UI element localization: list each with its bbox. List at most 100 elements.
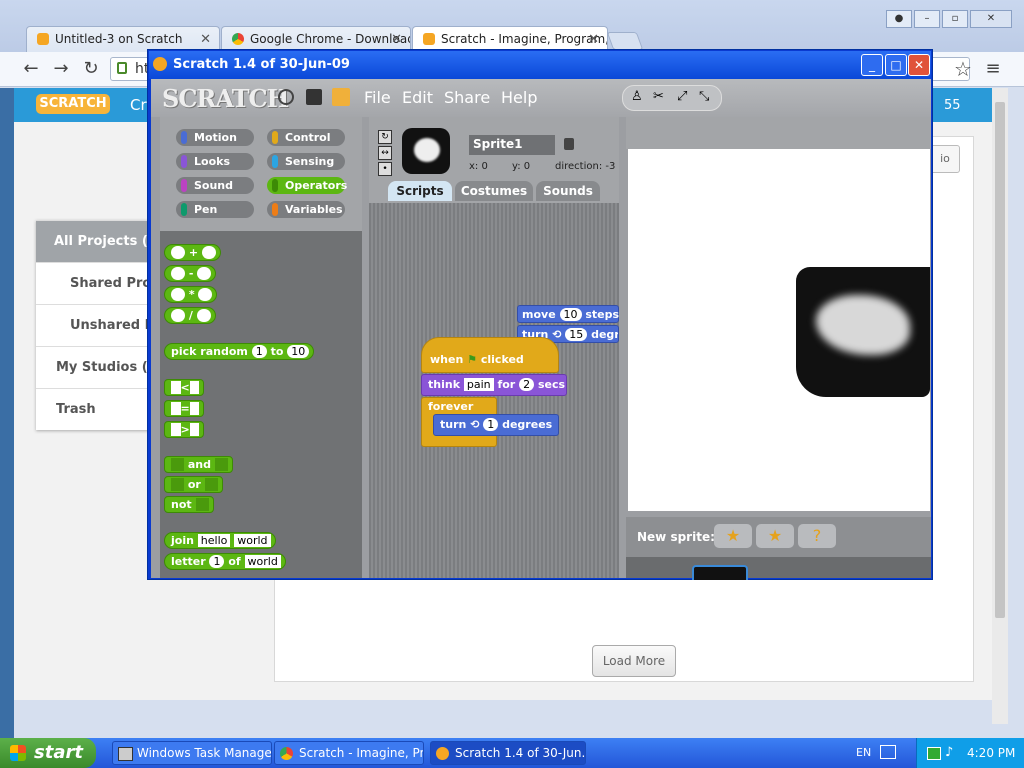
new-sprite-bar: New sprite: ★ ★ ? bbox=[626, 517, 931, 557]
scratch-favicon-icon bbox=[37, 33, 49, 45]
chrome-icon bbox=[280, 747, 293, 760]
bookmark-star-icon[interactable]: ☆ bbox=[952, 58, 974, 80]
rotate-style-icon[interactable]: ↻ bbox=[378, 130, 392, 144]
volume-icon[interactable]: ♪ bbox=[945, 745, 953, 760]
sprite1-thumbnail[interactable] bbox=[692, 565, 748, 580]
header-create-link[interactable]: Cr bbox=[130, 96, 147, 114]
maximize-button[interactable]: ▫ bbox=[942, 10, 968, 28]
grow-icon[interactable]: ⤢ bbox=[677, 89, 687, 104]
block-subtract[interactable]: - bbox=[164, 265, 217, 282]
keyboard-icon[interactable] bbox=[880, 745, 896, 759]
taskbar-item-task-manager[interactable]: Windows Task Manager bbox=[112, 741, 272, 765]
category-looks[interactable]: Looks bbox=[176, 153, 254, 170]
sprite-figure bbox=[816, 295, 910, 355]
block-and[interactable]: and bbox=[164, 456, 233, 473]
menu-icon[interactable]: ≡ bbox=[982, 58, 1004, 80]
menu-help[interactable]: Help bbox=[501, 88, 537, 107]
header-username[interactable]: 55 bbox=[944, 98, 961, 113]
reload-icon[interactable]: ↻ bbox=[80, 58, 102, 80]
clock[interactable]: 4:20 PM bbox=[967, 746, 1015, 760]
scratch-maximize-button[interactable]: □ bbox=[885, 54, 907, 76]
block-greater-than[interactable]: > bbox=[164, 421, 205, 438]
menu-file[interactable]: File bbox=[364, 88, 391, 107]
category-swatch-icon bbox=[181, 179, 187, 192]
category-motion[interactable]: Motion bbox=[176, 129, 254, 146]
share-project-icon[interactable] bbox=[332, 88, 350, 106]
new-sprite-label: New sprite: bbox=[637, 530, 715, 544]
block-pick-random[interactable]: pick random 1 to 10 bbox=[164, 343, 315, 360]
block-turn-1-degree[interactable]: turn ⟲ 1 degrees bbox=[433, 414, 559, 436]
close-tab-icon[interactable]: ✕ bbox=[391, 32, 402, 47]
scratch-title-bar[interactable]: Scratch 1.4 of 30-Jun-09 bbox=[149, 51, 931, 79]
block-move-steps[interactable]: move 10 steps bbox=[517, 305, 619, 323]
sidebar-item-shared-projects[interactable]: Shared Proj bbox=[36, 262, 156, 304]
save-disk-icon[interactable] bbox=[306, 89, 322, 105]
close-tab-icon[interactable]: ✕ bbox=[588, 32, 599, 47]
sidebar-item-my-studios[interactable]: My Studios (0) bbox=[36, 346, 156, 388]
taskbar-item-scratch-chrome[interactable]: Scratch - Imagine, Pr... bbox=[274, 741, 424, 765]
shrink-icon[interactable]: ⤡ bbox=[699, 89, 709, 104]
category-pen[interactable]: Pen bbox=[176, 201, 254, 218]
surprise-sprite-icon[interactable]: ? bbox=[798, 524, 836, 548]
new-tab-button[interactable] bbox=[606, 32, 644, 50]
block-letter-of[interactable]: letter 1 of world bbox=[164, 553, 286, 570]
menu-edit[interactable]: Edit bbox=[402, 88, 433, 107]
block-less-than[interactable]: < bbox=[164, 379, 205, 396]
lock-icon bbox=[117, 62, 127, 74]
duplicate-stamp-icon[interactable]: ♙ bbox=[631, 89, 643, 104]
scratch-minimize-button[interactable]: _ bbox=[861, 54, 883, 76]
forward-arrow-icon[interactable]: → bbox=[50, 58, 72, 80]
sprite-y-readout: y: 0 bbox=[512, 161, 531, 172]
category-swatch-icon bbox=[272, 179, 278, 192]
chrome-favicon-icon bbox=[232, 33, 244, 45]
profile-icon[interactable]: ● bbox=[886, 10, 912, 28]
block-or[interactable]: or bbox=[164, 476, 223, 493]
network-icon[interactable] bbox=[927, 747, 941, 760]
no-rotate-icon[interactable]: • bbox=[378, 162, 392, 176]
stage-sprite[interactable] bbox=[796, 267, 930, 397]
sidebar-item-all-projects[interactable]: All Projects ( 4 bbox=[36, 220, 156, 262]
sidebar-item-unshared-projects[interactable]: Unshared Pr bbox=[36, 304, 156, 346]
block-multiply[interactable]: * bbox=[164, 286, 218, 303]
menu-share[interactable]: Share bbox=[444, 88, 490, 107]
category-variables[interactable]: Variables bbox=[267, 201, 345, 218]
paint-new-sprite-icon[interactable]: ★ bbox=[714, 524, 752, 548]
lock-icon[interactable] bbox=[564, 138, 574, 150]
back-arrow-icon[interactable]: ← bbox=[20, 58, 42, 80]
taskbar-item-scratch-app[interactable]: Scratch 1.4 of 30-Jun... bbox=[430, 741, 586, 765]
block-when-flag-clicked[interactable]: when ⚑ clicked bbox=[421, 337, 559, 373]
stage[interactable] bbox=[628, 149, 930, 511]
page-scrollbar[interactable] bbox=[992, 88, 1008, 724]
tab-sounds[interactable]: Sounds bbox=[536, 181, 600, 201]
close-window-button[interactable]: ✕ bbox=[970, 10, 1012, 28]
sprite-name-field[interactable]: Sprite1 bbox=[469, 135, 555, 155]
start-button[interactable]: start bbox=[0, 738, 96, 768]
block-join[interactable]: join hello world bbox=[164, 532, 276, 549]
category-control[interactable]: Control bbox=[267, 129, 345, 146]
tab-scripts[interactable]: Scripts bbox=[388, 181, 452, 201]
block-not[interactable]: not bbox=[164, 496, 214, 513]
new-studio-button[interactable]: io bbox=[930, 145, 960, 173]
category-sensing[interactable]: Sensing bbox=[267, 153, 345, 170]
category-operators[interactable]: Operators bbox=[267, 177, 347, 194]
scratch-site-logo[interactable]: SCRATCH bbox=[36, 94, 110, 114]
delete-scissors-icon[interactable]: ✂ bbox=[653, 89, 664, 104]
language-indicator[interactable]: EN bbox=[856, 746, 871, 759]
sidebar-item-trash[interactable]: Trash bbox=[36, 388, 156, 430]
block-think-for-secs[interactable]: think pain for 2 secs bbox=[421, 374, 567, 396]
block-divide[interactable]: / bbox=[164, 307, 216, 324]
scrollbar-thumb[interactable] bbox=[995, 102, 1005, 618]
minimize-button[interactable]: – bbox=[914, 10, 940, 28]
close-tab-icon[interactable]: ✕ bbox=[200, 32, 211, 47]
category-sound[interactable]: Sound bbox=[176, 177, 254, 194]
block-add[interactable]: + bbox=[164, 244, 221, 261]
flip-style-icon[interactable]: ↔ bbox=[378, 146, 392, 160]
block-equals[interactable]: = bbox=[164, 400, 205, 417]
language-globe-icon[interactable] bbox=[278, 89, 294, 105]
load-more-button[interactable]: Load More bbox=[592, 645, 676, 677]
scratch-close-button[interactable]: ✕ bbox=[908, 54, 930, 76]
sprite-list bbox=[626, 557, 931, 580]
sprite-thumbnail bbox=[402, 128, 450, 174]
tab-costumes[interactable]: Costumes bbox=[455, 181, 533, 201]
choose-sprite-file-icon[interactable]: ★ bbox=[756, 524, 794, 548]
